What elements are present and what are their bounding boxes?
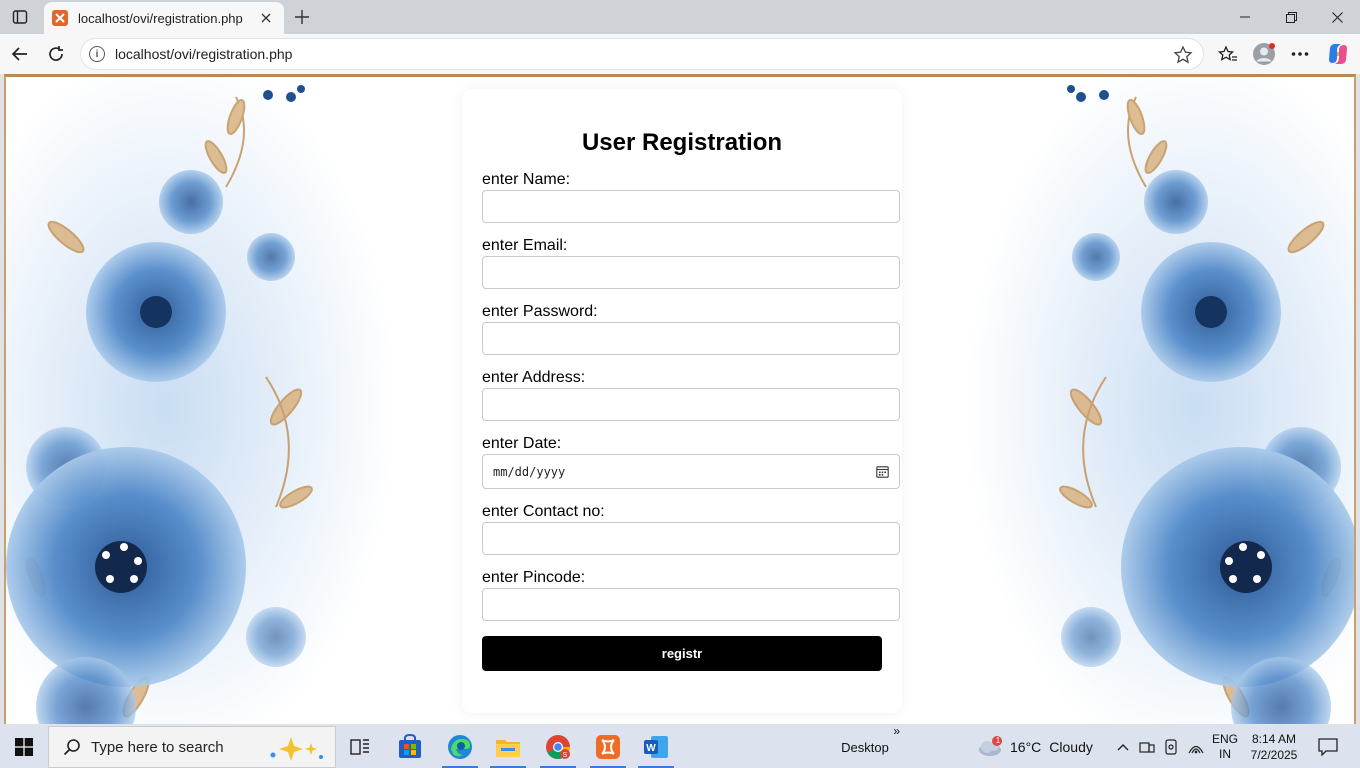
chrome-icon: S <box>546 735 570 760</box>
contact-label: enter Contact no: <box>482 503 605 520</box>
desktop-toolbar[interactable]: Desktop » <box>830 724 900 768</box>
new-tab-button[interactable] <box>290 5 314 29</box>
address-label: enter Address: <box>482 369 586 386</box>
language-indicator[interactable]: ENG IN <box>1208 726 1242 768</box>
minimize-icon <box>1240 16 1250 18</box>
browser-tab-strip: localhost/ovi/registration.php <box>0 0 1360 34</box>
weather-badge: 1 <box>995 736 1001 745</box>
page-viewport: User Registration enter Name: enter Emai… <box>4 74 1356 724</box>
plus-icon <box>295 10 309 24</box>
taskbar-app-file-explorer[interactable] <box>486 726 530 768</box>
svg-text:S: S <box>563 752 568 759</box>
clock[interactable]: 8:14 AM 7/2/2025 <box>1244 726 1304 768</box>
edge-icon <box>448 735 472 759</box>
refresh-button[interactable] <box>42 40 70 68</box>
calendar-icon[interactable] <box>876 465 889 478</box>
windows-taskbar: Type here to search S W Desktop » 1 16°C… <box>0 724 1360 768</box>
email-label: enter Email: <box>482 237 568 254</box>
language-line1: ENG <box>1211 732 1238 746</box>
info-icon[interactable]: i <box>89 46 105 62</box>
task-view-button[interactable] <box>342 726 378 768</box>
copilot-icon <box>1329 44 1347 64</box>
notification-button[interactable] <box>1310 726 1346 768</box>
email-field[interactable] <box>482 256 900 289</box>
svg-text:W: W <box>646 743 656 754</box>
minimize-button[interactable] <box>1222 0 1268 34</box>
toolbar-overflow-icon: » <box>893 724 900 738</box>
tray-device-button[interactable] <box>1136 726 1158 768</box>
date-placeholder: mm/dd/yyyy <box>493 464 566 479</box>
network-icon <box>1188 745 1204 754</box>
contact-field[interactable] <box>482 522 900 555</box>
close-icon <box>261 13 271 23</box>
favorites-button[interactable] <box>1214 40 1242 68</box>
taskbar-app-chrome[interactable]: S <box>536 726 580 768</box>
address-url: localhost/ovi/registration.php <box>115 46 293 62</box>
date-field[interactable]: mm/dd/yyyy <box>482 454 900 489</box>
desktop-label: Desktop <box>841 739 889 755</box>
profile-button[interactable] <box>1250 40 1278 68</box>
restore-icon <box>1285 11 1297 23</box>
search-icon <box>63 739 80 756</box>
taskbar-app-store[interactable] <box>390 726 430 768</box>
start-button[interactable] <box>0 726 48 768</box>
taskbar-app-word[interactable]: W <box>634 726 678 768</box>
pincode-label: enter Pincode: <box>482 569 586 586</box>
more-button[interactable] <box>1286 40 1314 68</box>
chevron-up-icon <box>1117 744 1129 751</box>
file-explorer-icon <box>496 740 520 757</box>
clock-date: 7/2/2025 <box>1250 748 1298 762</box>
taskbar-search[interactable]: Type here to search <box>48 726 336 768</box>
windows-logo-icon <box>15 738 33 756</box>
close-tab-button[interactable] <box>256 8 276 28</box>
sparkle-icon <box>270 737 323 761</box>
restore-button[interactable] <box>1268 0 1314 34</box>
register-button[interactable]: registr <box>482 636 882 671</box>
back-button[interactable] <box>6 40 34 68</box>
xampp-icon <box>596 735 620 759</box>
device-icon <box>1139 742 1155 753</box>
weather-temp: 16°C <box>1010 739 1042 755</box>
star-icon[interactable] <box>1173 45 1193 65</box>
taskbar-app-xampp[interactable] <box>586 726 630 768</box>
address-field[interactable] <box>482 388 900 421</box>
browser-tab[interactable]: localhost/ovi/registration.php <box>44 2 284 34</box>
weather-widget[interactable]: 1 16°C Cloudy <box>976 726 1100 768</box>
back-arrow-icon <box>11 47 27 61</box>
refresh-icon <box>49 46 63 61</box>
word-icon: W <box>644 736 668 758</box>
more-icon <box>1291 52 1309 56</box>
clock-time: 8:14 AM <box>1251 732 1297 746</box>
close-window-button[interactable] <box>1314 0 1360 34</box>
language-line2: IN <box>1219 747 1231 761</box>
registration-form: User Registration enter Name: enter Emai… <box>462 89 902 713</box>
password-label: enter Password: <box>482 303 598 320</box>
profile-icon <box>1253 43 1275 65</box>
weather-condition: Cloudy <box>1049 739 1093 755</box>
task-view-icon <box>350 739 369 755</box>
page-title: User Registration <box>581 129 783 156</box>
show-hidden-icons-button[interactable] <box>1112 726 1134 768</box>
pincode-field[interactable] <box>482 588 900 621</box>
store-icon <box>399 734 421 758</box>
tab-actions-icon <box>12 10 28 24</box>
copilot-button[interactable] <box>1324 40 1352 68</box>
tab-title: localhost/ovi/registration.php <box>78 10 243 26</box>
name-label: enter Name: <box>482 171 571 188</box>
taskbar-app-edge[interactable] <box>438 726 482 768</box>
favorites-icon <box>1218 45 1237 61</box>
xampp-favicon <box>52 10 68 26</box>
tab-actions-button[interactable] <box>6 4 34 30</box>
password-field[interactable] <box>482 322 900 355</box>
meet-icon <box>1165 739 1177 755</box>
browser-toolbar: i localhost/ovi/registration.php <box>0 34 1360 74</box>
search-placeholder: Type here to search <box>91 738 224 756</box>
name-field[interactable] <box>482 190 900 223</box>
network-button[interactable] <box>1184 726 1208 768</box>
tray-meet-button[interactable] <box>1160 726 1182 768</box>
close-icon <box>1331 11 1343 23</box>
address-bar[interactable]: i localhost/ovi/registration.php <box>80 38 1204 70</box>
notification-icon <box>1318 738 1338 756</box>
date-label: enter Date: <box>482 435 562 452</box>
